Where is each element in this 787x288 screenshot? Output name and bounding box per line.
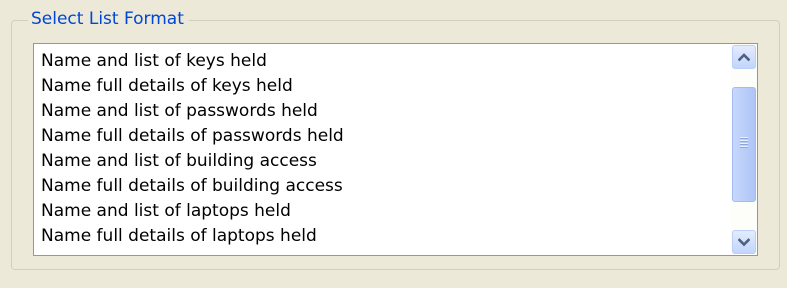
- thumb-grip-line: [740, 143, 748, 144]
- chevron-down-icon: [738, 238, 750, 247]
- thumb-grip-line: [740, 146, 748, 147]
- scroll-down-button[interactable]: [732, 230, 756, 254]
- list-item[interactable]: Name full details of building access: [34, 174, 730, 199]
- list-item[interactable]: Name full details of laptops held: [34, 224, 730, 249]
- list-items: Name and list of keys held Name full det…: [34, 49, 730, 249]
- scroll-thumb[interactable]: [732, 87, 756, 202]
- dialog-panel: Select List Format Name and list of keys…: [0, 0, 787, 288]
- list-item[interactable]: Name and list of building access: [34, 149, 730, 174]
- list-format-listbox[interactable]: Name and list of keys held Name full det…: [33, 43, 758, 256]
- group-title: Select List Format: [28, 8, 189, 30]
- thumb-grip-line: [740, 137, 748, 138]
- list-item[interactable]: Name and list of laptops held: [34, 199, 730, 224]
- chevron-up-icon: [738, 53, 750, 62]
- scroll-up-button[interactable]: [732, 45, 756, 69]
- list-item[interactable]: Name full details of keys held: [34, 74, 730, 99]
- list-item[interactable]: Name and list of keys held: [34, 49, 730, 74]
- list-item[interactable]: Name full details of passwords held: [34, 124, 730, 149]
- vertical-scrollbar[interactable]: [731, 44, 757, 255]
- list-item[interactable]: Name and list of passwords held: [34, 99, 730, 124]
- thumb-grip-line: [740, 140, 748, 141]
